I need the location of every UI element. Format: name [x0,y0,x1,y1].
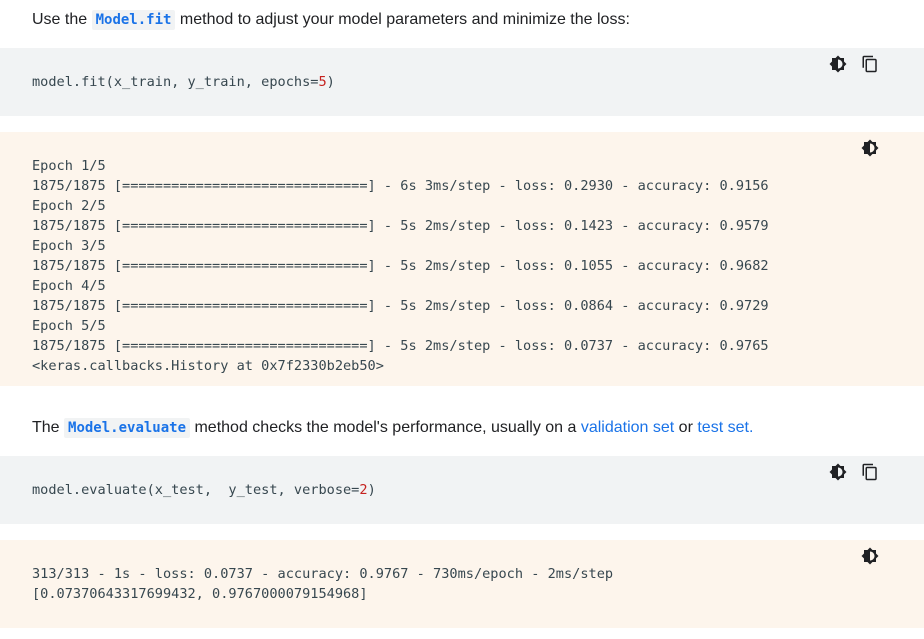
code-evaluate-suffix: ) [367,482,376,498]
code-evaluate-text: model.evaluate(x_test, y_test, verbose= [32,482,360,498]
brightness-contrast-icon[interactable] [860,546,880,566]
validation-set-link[interactable]: validation set [581,419,674,436]
copy-icon[interactable] [860,462,880,482]
output-line: 1875/1875 [=============================… [32,218,769,234]
code-block-evaluate: model.evaluate(x_test, y_test, verbose=2… [0,456,924,524]
output-line: 1875/1875 [=============================… [32,258,769,274]
output-line: Epoch 5/5 [32,318,106,334]
model-fit-code: Model.fit [91,10,176,30]
code-fit-suffix: ) [326,74,335,90]
code-evaluate-number: 2 [359,482,368,498]
evaluate-text-end: . [748,419,754,436]
output-fit-text: Epoch 1/5 1875/1875 [====================… [32,156,769,376]
output-line: Epoch 2/5 [32,198,106,214]
output-line: 313/313 - 1s - loss: 0.0737 - accuracy: … [32,566,614,582]
evaluate-text-middle: method checks the model's performance, u… [190,419,581,436]
intro-paragraph: Use the Model.fit method to adjust your … [32,8,630,32]
intro-text-before: Use the [32,11,92,28]
code-fit-line: model.fit(x_train, y_train, epochs=5) [32,72,335,92]
code-fit-text: model.fit(x_train, y_train, epochs= [32,74,319,90]
brightness-contrast-icon[interactable] [828,462,848,482]
output-evaluate-text: 313/313 - 1s - loss: 0.0737 - accuracy: … [32,564,613,604]
evaluate-text-or: or [674,419,698,436]
output-block-fit: Epoch 1/5 1875/1875 [====================… [0,132,924,386]
output-block-evaluate: 313/313 - 1s - loss: 0.0737 - accuracy: … [0,540,924,628]
code-fit-number: 5 [318,74,327,90]
output-line: <keras.callbacks.History at 0x7f2330b2eb… [32,358,384,374]
model-evaluate-code: Model.evaluate [64,418,191,438]
code-block-fit: model.fit(x_train, y_train, epochs=5) [0,48,924,116]
brightness-contrast-icon[interactable] [860,138,880,158]
output-line: Epoch 3/5 [32,238,106,254]
output-line: 1875/1875 [=============================… [32,298,769,314]
test-set-link[interactable]: test set [697,419,749,436]
output-line: 1875/1875 [=============================… [32,178,769,194]
output-line: Epoch 4/5 [32,278,106,294]
output-line: Epoch 1/5 [32,158,106,174]
copy-icon[interactable] [860,54,880,74]
brightness-contrast-icon[interactable] [828,54,848,74]
output-line: 1875/1875 [=============================… [32,338,769,354]
intro-text-after: method to adjust your model parameters a… [175,11,630,28]
evaluate-text-before: The [32,419,65,436]
code-evaluate-line: model.evaluate(x_test, y_test, verbose=2… [32,480,376,500]
evaluate-paragraph: The Model.evaluate method checks the mod… [32,416,753,440]
output-line: [0.07370643317699432, 0.9767000079154968… [32,586,368,602]
